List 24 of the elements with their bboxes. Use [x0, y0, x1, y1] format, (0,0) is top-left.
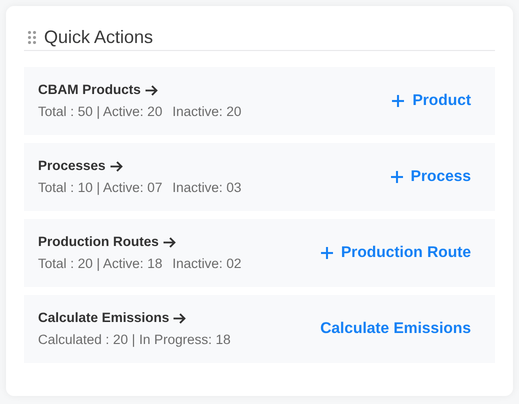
stats-text: Total : 50 | Active: 20 — [38, 103, 162, 121]
stats-text: Inactive: 20 — [172, 103, 242, 121]
plus-icon — [392, 95, 404, 107]
action-title-link[interactable]: Processes — [38, 157, 106, 175]
add-button[interactable]: Production Route — [320, 243, 471, 263]
panel-title: Quick Actions — [44, 26, 154, 48]
add-button[interactable]: Product — [392, 91, 471, 111]
arrow-right-icon[interactable] — [144, 84, 158, 96]
arrow-right-icon[interactable] — [173, 312, 186, 324]
plus-icon — [390, 171, 403, 183]
stats-text: Total : 20 | Active: 18 — [38, 255, 162, 273]
action-title-link[interactable]: Calculate Emissions — [38, 309, 170, 327]
plus-icon — [320, 247, 333, 259]
stats-text: Calculated : 20 | In Progress: 18 — [38, 331, 231, 349]
stats-text: Total : 10 | Active: 07 — [38, 179, 162, 197]
add-button[interactable]: Process — [390, 167, 471, 187]
action-title-link[interactable]: CBAM Products — [38, 81, 141, 99]
stats-text: Inactive: 02 — [172, 255, 242, 273]
calculate-button[interactable]: Calculate Emissions — [320, 319, 471, 339]
arrow-right-icon[interactable] — [110, 160, 123, 172]
drag-handle-icon[interactable] — [28, 30, 36, 44]
arrow-right-icon[interactable] — [162, 236, 176, 248]
stats-text: Inactive: 03 — [172, 179, 242, 197]
action-title-link[interactable]: Production Routes — [38, 233, 159, 251]
